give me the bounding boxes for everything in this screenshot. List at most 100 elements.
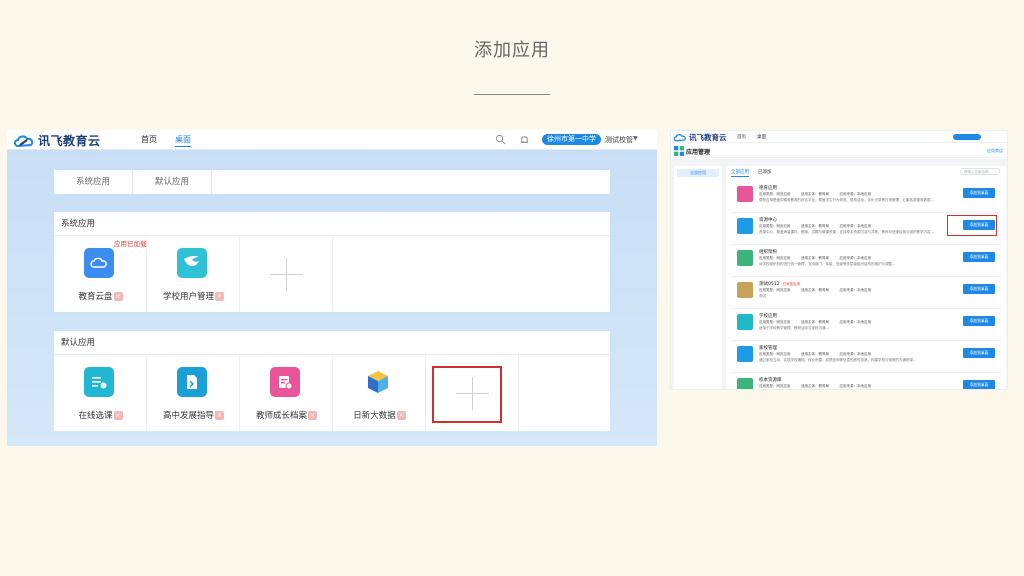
- list-item: 校本资源库 应用类型：网页应用 适用主体：教育局 应用来源：本地应用 添加到桌面: [731, 373, 1001, 389]
- app-meta: 应用类型：网页应用 适用主体：教育局 应用来源：本地应用: [759, 320, 871, 324]
- app-icon: [737, 250, 753, 266]
- bird-icon: [177, 248, 207, 278]
- add-to-desktop-button[interactable]: 添加到桌面: [963, 380, 995, 389]
- app-list-panel: 全部应用 已添加 请输入应用名称 德育应用 应用类型：网页应用 适用主体：教育局 …: [726, 166, 1006, 389]
- user-menu[interactable]: 测试校管: [605, 135, 633, 145]
- logo-text: 讯飞教育云: [38, 134, 101, 148]
- app-name: 校本资源库: [759, 378, 782, 383]
- app-meta: 应用类型：网页应用 适用主体：教育局 应用来源：本地应用: [759, 192, 871, 196]
- app-name: 资源中心: [759, 218, 777, 223]
- add-app-highlight: [432, 366, 502, 423]
- cube-icon: [363, 367, 393, 397]
- logo[interactable]: 讯飞教育云: [13, 132, 101, 149]
- tab-system-apps[interactable]: 系统应用: [54, 170, 133, 194]
- search-input[interactable]: 请输入应用名称: [960, 168, 1000, 175]
- bell-icon[interactable]: [519, 134, 530, 145]
- logo[interactable]: 讯飞教育云: [673, 132, 727, 143]
- app-name: 家校管理: [759, 346, 777, 351]
- tab-default-apps[interactable]: 默认应用: [133, 170, 212, 194]
- slide-title: 添加应用: [474, 40, 550, 61]
- app-meta: 应用类型：网页应用 适用主体：教育局 应用来源：本地应用: [759, 288, 871, 292]
- app-tile[interactable]: 学校用户管理 ×: [147, 236, 240, 312]
- nav-home[interactable]: 首页: [141, 134, 157, 145]
- app-name: 组织架构: [759, 250, 777, 255]
- app-icon: [737, 186, 753, 202]
- chevron-down-icon[interactable]: ▼: [633, 135, 638, 142]
- desktop-screenshot: 讯飞教育云 首页 桌面 徐州市第一中学 测试校管 ▼ 系统应用 默认应用 系统应…: [7, 130, 657, 446]
- app-label: 教育云盘: [78, 292, 113, 302]
- title-divider: [474, 94, 550, 95]
- top-bar: 讯飞教育云 首页 桌面: [671, 131, 1007, 143]
- app-meta: 应用类型：网页应用 适用主体：教育局 应用来源：本地应用: [759, 352, 871, 356]
- remove-icon[interactable]: ×: [113, 292, 123, 301]
- cloud-logo-icon: [673, 134, 686, 142]
- remove-icon[interactable]: ×: [308, 411, 317, 420]
- sidebar: 全部应用: [674, 166, 722, 389]
- remove-icon[interactable]: ×: [215, 411, 224, 420]
- add-to-desktop-button[interactable]: 添加到桌面: [963, 252, 995, 262]
- app-description: 适用于学校教学管理、教研活动与家校沟通…: [759, 326, 829, 330]
- list-item: 测试0512 已添加应用 应用类型：网页应用 适用主体：教育局 应用来源：本地应用测…: [731, 277, 1001, 309]
- app-grid-icon: [674, 146, 684, 156]
- course-list-icon: [84, 367, 114, 397]
- app-management-screenshot: 讯飞教育云 首页 桌面 应用管理 应用商店 全部应用 全部应用 已添加 请输入应…: [670, 130, 1008, 390]
- add-app-tile[interactable]: [240, 236, 333, 312]
- added-tag: 应用已加载: [114, 240, 147, 248]
- app-description: 测试: [759, 294, 766, 298]
- app-label: 在线选课: [78, 411, 113, 421]
- app-icon: [737, 378, 753, 389]
- section-title: 默认应用: [54, 331, 610, 355]
- app-description: 德育应用是面向德育教育的综合平台，覆盖学生行为规范、德育活动、评价记录等日常管理…: [759, 198, 934, 202]
- page-title: 应用管理: [686, 149, 711, 156]
- nav-home[interactable]: 首页: [737, 134, 746, 140]
- add-to-desktop-button[interactable]: 添加到桌面: [963, 284, 995, 294]
- status-badge: 已添加应用: [782, 282, 800, 286]
- app-name: 德育应用: [759, 186, 777, 191]
- app-label: 学校用户管理: [162, 292, 214, 302]
- app-icon: [737, 218, 753, 234]
- tab-added[interactable]: 已添加: [758, 169, 772, 177]
- school-switcher[interactable]: [953, 134, 981, 140]
- app-icon: [737, 314, 753, 330]
- app-tile[interactable]: 教师成长档案 ×: [240, 355, 333, 431]
- remove-icon[interactable]: ×: [113, 411, 123, 420]
- list-item: 德育应用 应用类型：网页应用 适用主体：教育局 应用来源：本地应用德育应用是面向德…: [731, 181, 1001, 213]
- add-to-desktop-button[interactable]: 添加到桌面: [963, 316, 995, 326]
- add-to-desktop-button[interactable]: 添加到桌面: [963, 348, 995, 358]
- add-button-highlight: [947, 215, 997, 236]
- app-icon: [737, 282, 753, 298]
- nav-desktop[interactable]: 桌面: [175, 134, 191, 147]
- remove-icon[interactable]: ×: [215, 292, 224, 301]
- cloud-logo-icon: [14, 135, 34, 147]
- search-icon[interactable]: [495, 134, 506, 145]
- app-meta: 应用类型：网页应用 适用主体：教育局 应用来源：本地应用: [759, 224, 871, 228]
- system-apps-section: 系统应用 应用已加载 教育云盘 × 学校用户管理 ×: [54, 212, 610, 312]
- section-title: 系统应用: [54, 212, 610, 236]
- top-bar: 讯飞教育云 首页 桌面 徐州市第一中学 测试校管 ▼: [7, 130, 657, 150]
- list-item: 家校管理 应用类型：网页应用 适用主体：教育局 应用来源：本地应用通过家校互动，实…: [731, 341, 1001, 373]
- logo-text: 讯飞教育云: [689, 133, 727, 142]
- school-switcher[interactable]: 徐州市第一中学: [542, 134, 601, 145]
- app-icon: [737, 346, 753, 362]
- app-tile[interactable]: 日新大数据 ×: [333, 355, 426, 431]
- remove-icon[interactable]: ×: [396, 411, 406, 420]
- app-name: 学校应用: [759, 314, 777, 319]
- add-to-desktop-button[interactable]: 添加到桌面: [963, 188, 995, 198]
- page-header: 应用管理 应用商店: [671, 144, 1007, 158]
- app-store-link[interactable]: 应用商店: [987, 148, 1003, 154]
- app-label: 日新大数据: [353, 411, 396, 421]
- app-meta: 应用类型：网页应用 适用主体：教育局 应用来源：本地应用: [759, 256, 871, 260]
- default-apps-section: 默认应用 在线选课 × 高中发展指导 × 教师成长档案 × 日新大数据 ×: [54, 331, 610, 431]
- app-label: 高中发展指导: [162, 411, 214, 421]
- app-description: 通过家校互动，实现学校通知、作业布置、成绩查询等信息的即时传递，构建学校与家庭的…: [759, 358, 917, 362]
- app-list: 德育应用 应用类型：网页应用 适用主体：教育局 应用来源：本地应用 德育应用是面向德…: [731, 181, 1001, 389]
- sidebar-item-all-apps[interactable]: 全部应用: [677, 169, 719, 177]
- app-tile[interactable]: 高中发展指导 ×: [147, 355, 240, 431]
- list-item: 学校应用 应用类型：网页应用 适用主体：教育局 应用来源：本地应用 适用于学校教学管…: [731, 309, 1001, 341]
- app-tile[interactable]: 在线选课 ×: [54, 355, 147, 431]
- nav-desktop[interactable]: 桌面: [757, 134, 766, 140]
- tab-all-apps[interactable]: 全部应用: [731, 169, 749, 177]
- app-tile[interactable]: 应用已加载 教育云盘 ×: [54, 236, 147, 312]
- list-item: 组织架构 应用类型：网页应用 适用主体：教育局 应用来源：本地应用 对学校组织机构进…: [731, 245, 1001, 277]
- guide-doc-icon: [177, 367, 207, 397]
